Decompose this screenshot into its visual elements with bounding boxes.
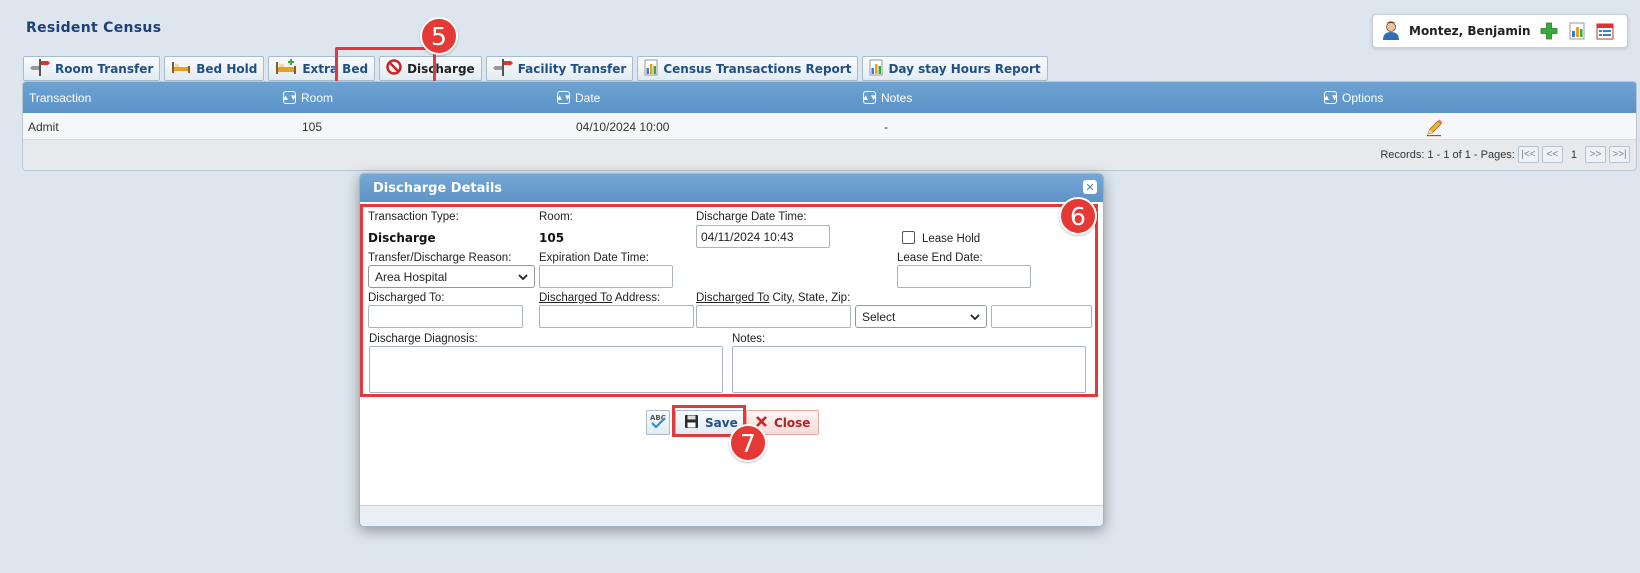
census-toolbar: Room Transfer Bed Hold Extra Bed Dischar… — [23, 56, 1048, 81]
col-notes[interactable]: ▲▼ Notes — [862, 82, 913, 113]
records-summary: Records: 1 - 1 of 1 - Pages: — [1380, 148, 1515, 161]
state-select[interactable]: Select — [855, 305, 987, 328]
signpost-icon — [492, 58, 513, 79]
discharged-to-label: Discharged To: — [368, 292, 445, 304]
col-date[interactable]: ▲▼ Date — [556, 82, 601, 113]
edit-pencil-icon[interactable] — [1425, 113, 1445, 140]
col-room[interactable]: ▲▼ Room — [282, 82, 333, 113]
spellcheck-icon: ABC — [647, 412, 669, 433]
spellcheck-button[interactable]: ABC — [646, 410, 670, 435]
room-label: Room: — [539, 211, 573, 223]
room-transfer-button[interactable]: Room Transfer — [23, 56, 161, 81]
dialog-title-bar: Discharge Details ✕ — [360, 174, 1103, 202]
prev-page-button[interactable]: << — [1541, 146, 1563, 163]
report-chart-icon — [869, 59, 883, 79]
last-page-button[interactable]: >>| — [1609, 146, 1630, 163]
grid-footer: Records: 1 - 1 of 1 - Pages: |<< << 1 >>… — [23, 140, 1636, 170]
sort-icon[interactable]: ▲▼ — [282, 91, 297, 104]
census-transactions-report-button[interactable]: Census Transactions Report — [637, 56, 859, 81]
lease-end-date-input[interactable] — [897, 265, 1031, 288]
cell-room: 105 — [302, 119, 323, 134]
signpost-icon — [30, 58, 50, 79]
discharge-datetime-label: Discharge Date Time: — [696, 211, 807, 223]
census-grid: Transaction ▲▼ Room ▲▼ Date ▲▼ Notes ▲▼ Opti… — [22, 81, 1637, 171]
cell-notes: - — [884, 119, 888, 134]
lease-hold-checkbox[interactable] — [902, 231, 915, 244]
col-transaction[interactable]: Transaction — [29, 82, 91, 113]
diagnosis-textarea[interactable] — [369, 346, 723, 393]
transaction-type-value: Discharge — [368, 231, 436, 245]
sort-icon[interactable]: ▲▼ — [1323, 91, 1338, 104]
zip-input[interactable] — [991, 305, 1092, 328]
pager: Records: 1 - 1 of 1 - Pages: |<< << 1 >>… — [1380, 146, 1630, 163]
report-chart-icon — [644, 59, 658, 79]
dialog-title: Discharge Details — [373, 180, 503, 196]
table-row[interactable]: Admit 105 04/10/2024 10:00 - — [23, 113, 1636, 140]
lease-hold-label: Lease Hold — [922, 233, 981, 245]
add-plus-icon[interactable] — [1539, 21, 1559, 41]
address-input[interactable] — [539, 305, 694, 328]
step-badge-6: 6 — [1059, 197, 1097, 235]
expiration-label: Expiration Date Time: — [539, 252, 649, 264]
next-page-button[interactable]: >> — [1585, 146, 1606, 163]
discharged-to-input[interactable] — [368, 305, 523, 328]
first-page-button[interactable]: |<< — [1517, 146, 1539, 163]
step-badge-7: 7 — [729, 424, 767, 462]
facility-transfer-button[interactable]: Facility Transfer — [485, 56, 634, 81]
city-input[interactable] — [696, 305, 851, 328]
lease-end-label: Lease End Date: — [897, 252, 983, 264]
chevron-down-icon — [518, 270, 528, 284]
extra-bed-button[interactable]: Extra Bed — [268, 56, 376, 81]
reason-label: Transfer/Discharge Reason: — [368, 252, 512, 264]
cell-transaction: Admit — [28, 119, 59, 134]
cell-date: 04/10/2024 10:00 — [576, 119, 670, 134]
current-page: 1 — [1570, 148, 1577, 161]
day-stay-hours-report-button[interactable]: Day stay Hours Report — [862, 56, 1048, 81]
dialog-footer — [360, 505, 1103, 526]
reason-select[interactable]: Area Hospital — [368, 265, 535, 288]
page-title: Resident Census — [26, 20, 162, 36]
address-label: Discharged To Address: — [539, 292, 661, 304]
sort-icon[interactable]: ▲▼ — [556, 91, 571, 104]
bed-icon — [171, 60, 191, 77]
transaction-type-label: Transaction Type: — [368, 211, 459, 223]
chevron-down-icon — [970, 310, 980, 324]
floppy-disk-icon — [684, 414, 699, 432]
discharge-button[interactable]: Discharge — [379, 56, 482, 81]
sort-icon[interactable]: ▲▼ — [862, 91, 877, 104]
user-panel: Montez, Benjamin — [1372, 14, 1628, 48]
col-options[interactable]: ▲▼ Options — [1323, 82, 1384, 113]
report-chart-icon[interactable] — [1567, 21, 1587, 41]
bed-hold-button[interactable]: Bed Hold — [164, 56, 265, 81]
extra-bed-icon — [275, 59, 297, 78]
notes-label: Notes: — [732, 333, 766, 345]
diagnosis-label: Discharge Diagnosis: — [369, 333, 478, 345]
calendar-list-icon[interactable] — [1595, 21, 1615, 41]
discharge-datetime-input[interactable] — [696, 225, 830, 248]
discharge-dialog: Discharge Details ✕ Transaction Type: Di… — [359, 173, 1104, 527]
user-name: Montez, Benjamin — [1409, 24, 1531, 38]
expiration-datetime-input[interactable] — [539, 265, 673, 288]
notes-textarea[interactable] — [732, 346, 1086, 393]
user-avatar-icon — [1381, 21, 1401, 41]
step-badge-5: 5 — [420, 17, 458, 55]
dialog-close-icon[interactable]: ✕ — [1083, 180, 1097, 194]
prohibited-icon — [386, 59, 402, 78]
grid-header: Transaction ▲▼ Room ▲▼ Date ▲▼ Notes ▲▼ Opti… — [23, 82, 1636, 113]
city-state-zip-label: Discharged To City, State, Zip: — [696, 292, 851, 304]
room-value: 105 — [539, 231, 565, 245]
